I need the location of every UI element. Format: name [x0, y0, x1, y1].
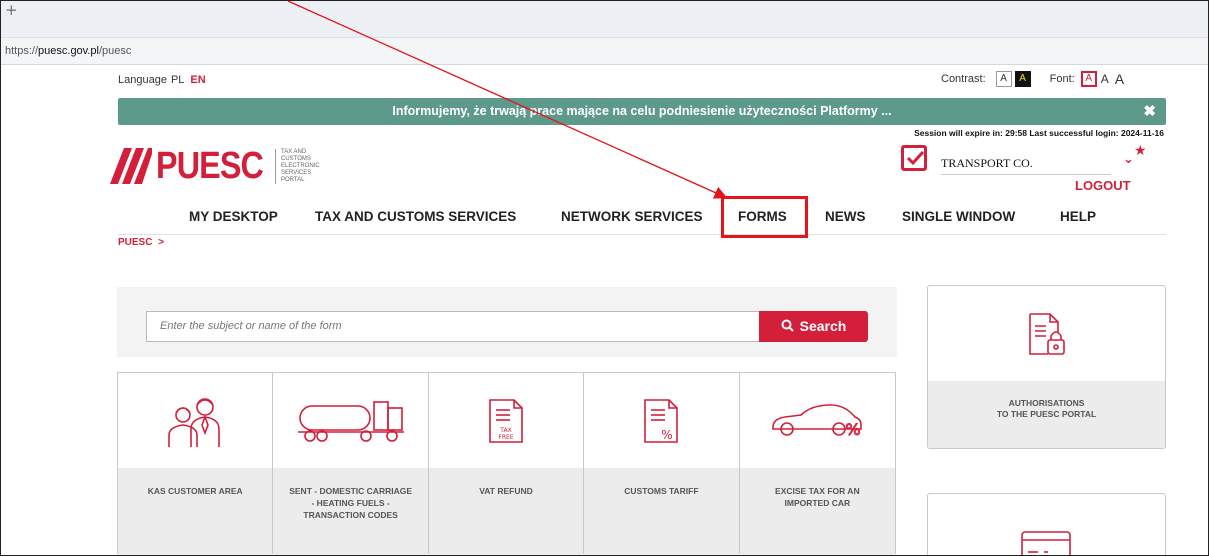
forms-tile-grid: KAS CUSTOMER AREA SENT - DOMESTIC CARRIA… [117, 372, 896, 555]
tile-vat-refund[interactable]: TAX FREE VAT REFUND [428, 373, 585, 555]
main-navigation: MY DESKTOP TAX AND CUSTOMS SERVICES NETW… [118, 207, 1166, 235]
tile-label-line: AUTHORISATIONS [1008, 398, 1085, 408]
address-bar[interactable]: https://puesc.gov.pl/puesc [1, 38, 1208, 65]
tile-icon-area [118, 373, 272, 468]
breadcrumb-root[interactable]: PUESC [118, 237, 152, 248]
new-tab-button[interactable]: + [5, 1, 18, 19]
page-content: Language PL EN Contrast: A A Font: A A A I… [1, 65, 1208, 555]
tile-label: AUTHORISATIONS TO THE PUESC PORTAL [928, 381, 1165, 448]
tile-excise-tax-imported-car[interactable]: % EXCISE TAX FOR AN IMPORTED CAR [739, 373, 896, 555]
svg-text:%: % [662, 428, 673, 442]
close-icon[interactable]: ✖ [1143, 98, 1156, 125]
search-button[interactable]: Search [759, 311, 868, 342]
contrast-label: Contrast: [941, 73, 986, 85]
session-info: Session will expire in: 29:58 Last succe… [914, 128, 1164, 138]
tile-label: SENT - DOMESTIC CARRIAGE - HEATING FUELS… [273, 468, 428, 555]
lang-pl-link[interactable]: PL [171, 74, 184, 86]
tab-strip: + [1, 1, 1208, 38]
contrast-high-button[interactable]: A [1014, 71, 1031, 87]
font-label: Font: [1049, 73, 1075, 85]
chevron-down-icon[interactable]: ⌄ [1123, 152, 1134, 167]
tile-label: VAT REFUND [428, 468, 584, 555]
svg-text:FREE: FREE [498, 434, 513, 441]
nav-my-desktop[interactable]: MY DESKTOP [189, 209, 278, 224]
forms-highlight-box [721, 196, 808, 238]
tile-label-line: TO THE PUESC PORTAL [996, 409, 1097, 419]
tile-icon-area [273, 373, 427, 468]
nav-news[interactable]: NEWS [825, 209, 866, 224]
tanker-truck-icon [297, 400, 404, 442]
tile-icon-area [928, 286, 1165, 381]
payment-card-icon [1021, 531, 1071, 555]
url-text[interactable]: https://puesc.gov.pl/puesc [5, 45, 131, 57]
percent-document-icon: % [644, 398, 679, 443]
logo-word: PUESC [156, 144, 264, 187]
search-panel: Enter the subject or name of the form Se… [117, 287, 897, 357]
svg-text:%: % [846, 420, 861, 439]
car-percent-icon: % [772, 403, 863, 439]
language-switcher: Language PL EN [118, 74, 206, 86]
tile-icon-area: % [584, 373, 738, 468]
svg-text:TAX: TAX [499, 427, 511, 434]
logout-link[interactable]: LOGOUT [1075, 178, 1131, 193]
account-selector[interactable]: TRANSPORT CO. ⌄ [901, 145, 1141, 177]
checkmark-icon [901, 145, 927, 171]
search-input[interactable]: Enter the subject or name of the form [146, 311, 760, 342]
logo-tagline-line: SERVICES [281, 170, 312, 176]
nav-tax-and-customs-services[interactable]: TAX AND CUSTOMS SERVICES [315, 209, 516, 224]
logo-tagline: TAX AND CUSTOMS ELECTRONIC SERVICES PORT… [275, 149, 320, 184]
nav-help[interactable]: HELP [1060, 209, 1096, 224]
font-medium-button[interactable]: A [1101, 72, 1109, 86]
nav-network-services[interactable]: NETWORK SERVICES [561, 209, 703, 224]
favorite-star-icon[interactable]: ★ [1134, 143, 1147, 159]
account-name: TRANSPORT CO. [941, 156, 1111, 175]
language-label: Language [118, 74, 167, 86]
tile-label: EXCISE TAX FOR AN IMPORTED CAR [739, 468, 896, 555]
lang-en-link[interactable]: EN [190, 74, 205, 86]
search-icon [781, 319, 794, 332]
tile-icon-area: TAX FREE [429, 373, 583, 468]
logo-stripes-icon [110, 148, 152, 184]
url-host: puesc.gov.pl [38, 45, 99, 57]
tile-kas-customer-area[interactable]: KAS CUSTOMER AREA [118, 373, 274, 555]
tile-authorisations[interactable]: AUTHORISATIONS TO THE PUESC PORTAL [927, 285, 1166, 449]
logo-tagline-line: PORTAL [281, 177, 305, 183]
logo-tagline-line: TAX AND CUSTOMS [281, 149, 311, 162]
tile-sent-heating-fuels[interactable]: SENT - DOMESTIC CARRIAGE - HEATING FUELS… [273, 373, 429, 555]
info-banner: Informujemy, że trwają prace mające na c… [118, 98, 1166, 125]
tile-label: CUSTOMS TARIFF [584, 468, 739, 555]
font-large-button[interactable]: A [1115, 71, 1124, 87]
banner-text[interactable]: Informujemy, że trwają prace mające na c… [392, 104, 891, 118]
url-prefix: https:// [5, 45, 39, 57]
browser-window: + https://puesc.gov.pl/puesc Language PL E… [0, 0, 1209, 556]
breadcrumb-separator: > [158, 237, 165, 248]
customers-icon [168, 397, 221, 447]
breadcrumb: PUESC > [118, 237, 164, 248]
url-path: /puesc [98, 45, 132, 57]
puesc-logo[interactable]: PUESC TAX AND CUSTOMS ELECTRONIC SERVICE… [110, 144, 320, 187]
search-button-label: Search [799, 318, 847, 334]
tile-icon-area: % [740, 373, 895, 468]
locked-document-icon [1028, 312, 1065, 355]
tile-customs-tariff[interactable]: % CUSTOMS TARIFF [584, 373, 740, 555]
font-small-button[interactable]: A [1080, 71, 1097, 87]
logo-tagline-line: ELECTRONIC [281, 163, 320, 169]
tax-free-document-icon: TAX FREE [489, 398, 523, 443]
accessibility-controls: Contrast: A A Font: A A A [941, 71, 1124, 87]
tile-label: KAS CUSTOMER AREA [118, 468, 273, 555]
contrast-normal-button[interactable]: A [995, 71, 1012, 87]
nav-single-window[interactable]: SINGLE WINDOW [902, 209, 1015, 224]
tile-payments[interactable] [927, 493, 1166, 555]
